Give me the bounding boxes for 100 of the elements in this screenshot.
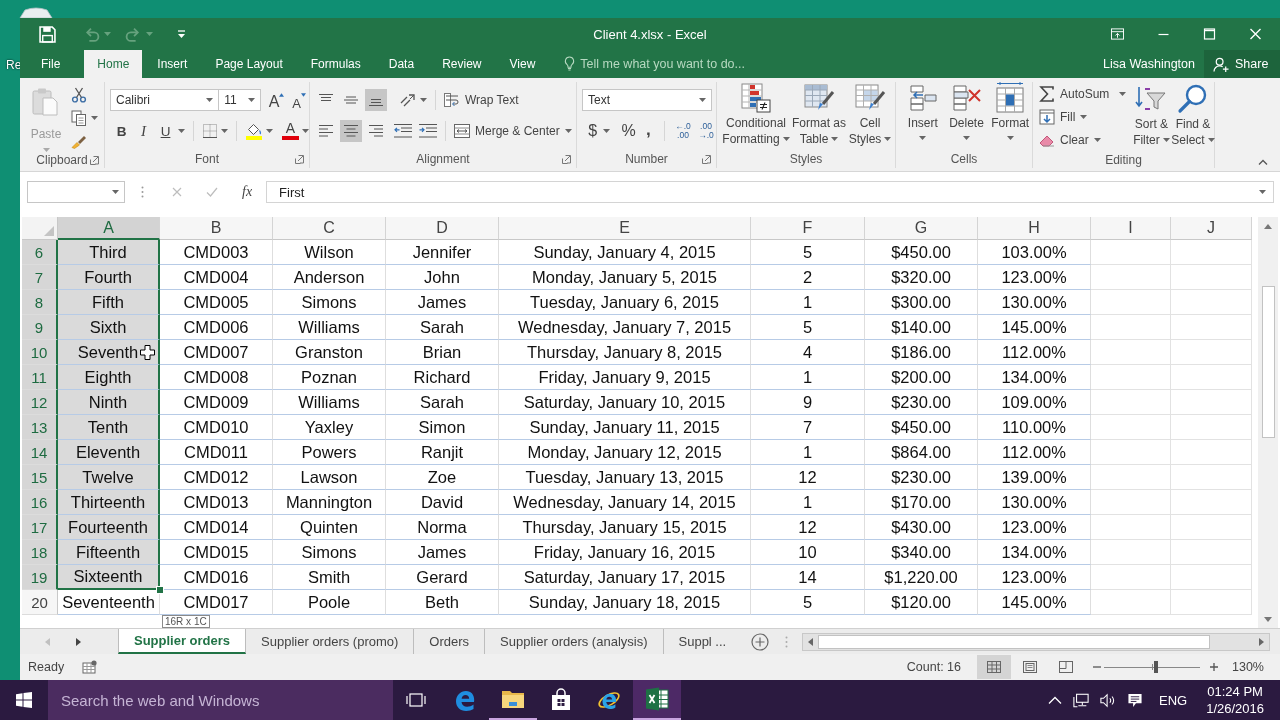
language-indicator[interactable]: ENG <box>1159 692 1188 708</box>
percent-button[interactable]: % <box>619 120 638 142</box>
lightbulb-icon[interactable] <box>564 56 576 71</box>
caret-icon[interactable] <box>603 129 611 133</box>
caret-icon[interactable] <box>178 129 185 133</box>
conditional-formatting-button[interactable]: Conditional Formatting <box>722 82 790 150</box>
caret-icon[interactable] <box>1259 190 1266 194</box>
sort-filter-button[interactable]: Sort & Filter <box>1130 82 1172 151</box>
ribbon-tab[interactable]: View <box>496 50 549 78</box>
row-header[interactable]: 12 <box>22 390 58 415</box>
row-header[interactable]: 14 <box>22 440 58 465</box>
row-header[interactable]: 17 <box>22 515 58 540</box>
orientation-icon[interactable] <box>399 92 417 108</box>
copy-icon[interactable] <box>71 110 87 126</box>
find-select-button[interactable]: Find & Select <box>1172 82 1214 151</box>
increase-decimal-button[interactable]: ←.0 .00 <box>673 120 693 142</box>
row-header[interactable]: 8 <box>22 290 58 315</box>
sheet-tab[interactable]: Suppl ... <box>663 629 742 654</box>
formula-field[interactable]: First <box>266 181 1274 203</box>
format-cells-button[interactable]: Format <box>988 82 1032 150</box>
row-header[interactable]: 20 <box>22 590 58 615</box>
ribbon-tab[interactable]: Home <box>84 50 143 78</box>
ribbon-tab[interactable]: Insert <box>144 50 201 78</box>
clock-time[interactable]: 01:24 PM <box>1207 683 1263 700</box>
column-header[interactable]: J <box>1171 217 1252 240</box>
maximize-icon[interactable] <box>1203 28 1216 40</box>
row-header[interactable]: 16 <box>22 490 58 515</box>
ribbon-tab[interactable]: Page Layout <box>202 50 296 78</box>
zoom-slider-thumb[interactable] <box>1153 661 1158 673</box>
row-header[interactable]: 11 <box>22 365 58 390</box>
increase-indent-icon[interactable] <box>419 124 437 138</box>
record-macro-icon[interactable] <box>82 660 99 674</box>
sheet-tab[interactable]: Supplier orders <box>118 629 247 654</box>
caret-icon[interactable] <box>420 98 427 102</box>
column-header[interactable]: G <box>865 217 978 240</box>
up-arrow-icon[interactable] <box>1264 224 1272 229</box>
delete-cells-button[interactable]: Delete <box>944 82 989 150</box>
column-header[interactable]: E <box>499 217 751 240</box>
horizontal-scrollbar[interactable] <box>802 632 1271 651</box>
dialog-launcher-icon[interactable] <box>562 154 571 164</box>
shrink-font-button[interactable]: A <box>289 89 309 111</box>
dialog-launcher-icon[interactable] <box>90 155 99 165</box>
fill-button[interactable]: Fill <box>1039 105 1088 128</box>
column-header[interactable]: I <box>1091 217 1171 240</box>
customize-toolbar-icon[interactable] <box>177 30 186 38</box>
speaker-icon[interactable] <box>1100 692 1116 708</box>
scrollbar-thumb[interactable] <box>1261 286 1275 438</box>
row-header[interactable]: 13 <box>22 415 58 440</box>
cut-icon[interactable] <box>71 87 87 103</box>
caret-icon[interactable] <box>221 129 228 133</box>
search-field[interactable]: Search the web and Windows <box>48 680 393 720</box>
taskbar-button[interactable] <box>633 680 681 720</box>
ribbon-tab[interactable]: Review <box>429 50 495 78</box>
save-icon[interactable] <box>39 25 56 43</box>
insert-function-button[interactable]: fx <box>242 184 253 200</box>
new-sheet-icon[interactable] <box>751 632 770 651</box>
scrollbar-thumb[interactable] <box>818 634 1211 649</box>
comma-style-button[interactable]: , <box>640 120 657 142</box>
row-header[interactable]: 15 <box>22 465 58 490</box>
font-size-dropdown[interactable]: 11 <box>218 89 261 111</box>
row-header[interactable]: 9 <box>22 315 58 340</box>
row-header[interactable]: 7 <box>22 265 58 290</box>
column-header[interactable]: F <box>751 217 865 240</box>
zoom-out-icon[interactable] <box>1093 663 1101 671</box>
decrease-indent-icon[interactable] <box>394 124 412 138</box>
down-arrow-icon[interactable] <box>1264 617 1272 622</box>
share-button[interactable]: Share <box>1204 50 1280 78</box>
bold-button[interactable]: B <box>112 120 131 142</box>
clock-date[interactable]: 1/26/2016 <box>1206 700 1264 717</box>
notification-icon[interactable] <box>1127 692 1143 708</box>
format-as-table-button[interactable]: Format as Table <box>790 82 848 150</box>
zoom-in-icon[interactable] <box>1210 663 1218 671</box>
normal-view-button[interactable] <box>977 655 1011 679</box>
user-name[interactable]: Lisa Washington <box>1103 57 1195 71</box>
decrease-decimal-button[interactable]: .00 →.0 <box>696 120 716 142</box>
number-format-dropdown[interactable]: Text <box>582 89 712 111</box>
ribbon-tab[interactable]: Data <box>375 50 428 78</box>
caret-icon[interactable] <box>266 129 273 133</box>
merge-center-button[interactable]: Merge & Center <box>454 120 572 142</box>
start-icon[interactable] <box>16 692 32 708</box>
row-header[interactable]: 10 <box>22 340 58 365</box>
column-header[interactable]: C <box>273 217 386 240</box>
font-color-button[interactable]: A <box>282 122 299 140</box>
format-painter-icon[interactable] <box>71 133 87 149</box>
close-icon[interactable] <box>1249 28 1262 40</box>
cell-styles-button[interactable]: Cell Styles <box>848 82 892 150</box>
autosum-button[interactable]: AutoSum <box>1039 82 1110 105</box>
row-header[interactable]: 18 <box>22 540 58 565</box>
borders-icon[interactable] <box>202 123 218 139</box>
font-name-dropdown[interactable]: Calibri <box>110 89 220 111</box>
grip-icon[interactable] <box>141 186 144 198</box>
caret-icon[interactable] <box>1118 91 1126 96</box>
tell-me-field[interactable]: Tell me what you want to do... <box>580 54 765 74</box>
insert-cells-button[interactable]: Insert <box>901 82 945 150</box>
vertical-scrollbar[interactable] <box>1258 217 1278 628</box>
clear-button[interactable]: Clear <box>1039 128 1101 151</box>
center-align-button[interactable] <box>340 120 362 142</box>
caret-icon[interactable] <box>302 129 309 133</box>
column-header[interactable]: B <box>160 217 273 240</box>
underline-button[interactable]: U <box>156 120 175 142</box>
